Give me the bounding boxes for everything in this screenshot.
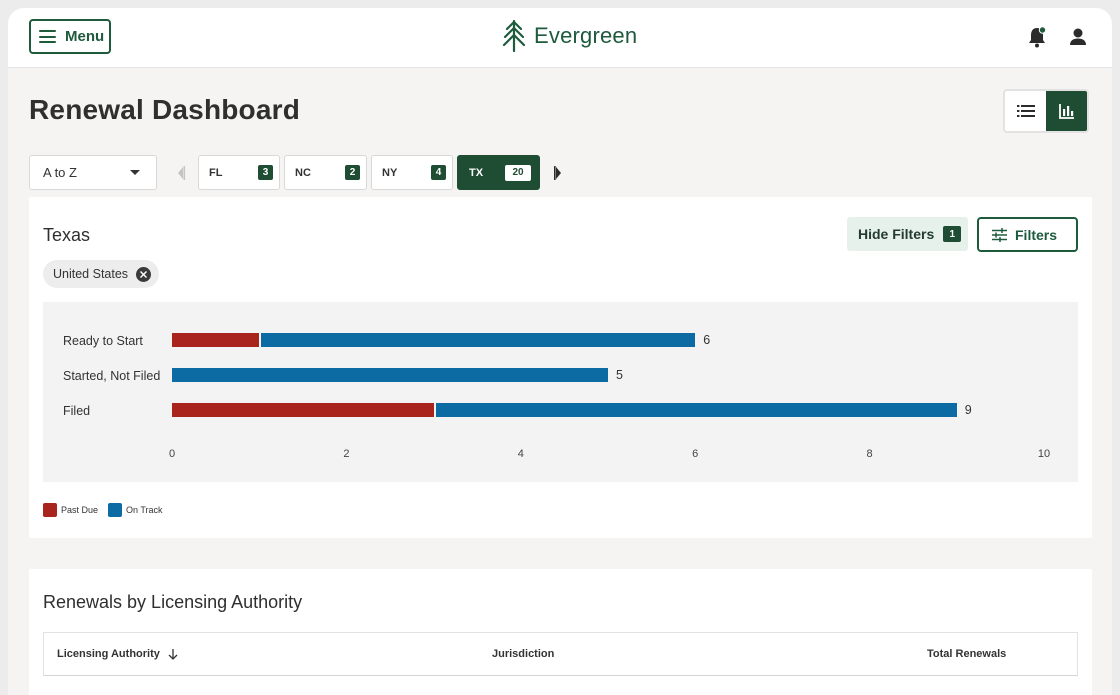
column-header-licensing-authority[interactable]: Licensing Authority	[57, 648, 178, 660]
bar-segment-on-track[interactable]	[435, 403, 957, 417]
state-tab-tx[interactable]: TX 20	[457, 155, 540, 190]
state-tab-count: 3	[258, 165, 273, 180]
hide-filters-button[interactable]: Hide Filters 1	[847, 217, 968, 251]
sort-select-value: A to Z	[43, 165, 77, 180]
sort-select[interactable]: A to Z	[29, 155, 157, 190]
tabs-scroll-right-icon[interactable]	[553, 164, 565, 182]
view-toggle	[1003, 89, 1089, 133]
list-view-button[interactable]	[1005, 91, 1046, 131]
x-tick-label: 0	[168, 448, 176, 460]
filter-chip: United States	[43, 260, 160, 288]
top-bar: Menu Evergreen	[8, 8, 1112, 68]
filters-button[interactable]: Filters	[977, 217, 1078, 252]
state-tab-ny[interactable]: NY 4	[371, 155, 453, 190]
category-label: Ready to Start	[63, 334, 143, 348]
table-header: Licensing Authority Jurisdiction Total R…	[43, 632, 1078, 676]
bar-segment-on-track[interactable]	[172, 368, 608, 382]
state-tab-count: 2	[345, 165, 360, 180]
column-header-total-renewals[interactable]: Total Renewals	[927, 648, 1006, 660]
column-header-label: Licensing Authority	[57, 648, 160, 660]
notification-bell-icon[interactable]	[1027, 26, 1047, 48]
filter-chip-label: United States	[53, 267, 129, 281]
legend-swatch	[108, 503, 123, 517]
chart-legend: Past Due On Track	[43, 503, 163, 517]
state-tab-label: NC	[295, 166, 311, 179]
tabs-scroll-left-icon[interactable]	[174, 164, 186, 182]
remove-filter-icon[interactable]	[136, 266, 152, 282]
menu-button[interactable]: Menu	[29, 19, 111, 54]
bar-total-label: 9	[964, 403, 972, 417]
bar-segment-past-due[interactable]	[172, 333, 260, 347]
page-title: Renewal Dashboard	[29, 94, 301, 125]
bar-segment-past-due[interactable]	[172, 403, 434, 417]
card-title: Texas	[43, 225, 91, 245]
hamburger-icon	[39, 30, 56, 43]
state-tab-label: FL	[209, 166, 223, 179]
active-filter-count: 1	[943, 226, 962, 242]
state-tab-fl[interactable]: FL 3	[198, 155, 280, 190]
sort-arrow-down-icon	[168, 648, 178, 660]
bar-chart-icon	[1058, 104, 1074, 119]
bar-total-label: 5	[616, 368, 623, 382]
x-tick-label: 8	[866, 448, 873, 460]
category-label: Started, Not Filed	[63, 369, 161, 383]
renewal-status-chart: Ready to Start Started, Not Filed Filed …	[43, 302, 1078, 482]
chart-view-button[interactable]	[1046, 91, 1087, 131]
brand-name: Evergreen	[534, 23, 638, 48]
x-tick-label: 6	[692, 448, 699, 460]
x-tick-label: 2	[343, 448, 350, 460]
hide-filters-label: Hide Filters	[858, 226, 935, 242]
bar-total-label: 6	[703, 333, 711, 347]
sliders-icon	[992, 227, 1007, 242]
app-frame: Menu Evergreen Renewal Dashboard A to Z …	[8, 8, 1112, 695]
chevron-down-icon	[130, 170, 140, 175]
evergreen-tree-icon	[502, 19, 526, 53]
legend-item-past-due[interactable]: Past Due	[43, 503, 98, 517]
state-tab-label: NY	[382, 166, 398, 179]
brand-logo[interactable]: Evergreen	[502, 19, 637, 53]
category-label: Filed	[63, 404, 91, 418]
legend-swatch	[43, 503, 57, 517]
menu-button-label: Menu	[65, 28, 105, 45]
state-tab-count: 4	[431, 165, 446, 180]
column-header-label: Total Renewals	[927, 648, 1007, 660]
x-tick-label: 10	[1037, 448, 1051, 460]
state-tab-label: TX	[469, 166, 484, 179]
user-account-icon[interactable]	[1068, 26, 1088, 48]
card-title: Renewals by Licensing Authority	[43, 592, 303, 612]
state-summary-card: Texas Hide Filters 1 Filters United Stat…	[29, 197, 1092, 538]
state-tab-count: 20	[505, 164, 531, 181]
legend-label: On Track	[126, 505, 163, 515]
filters-label: Filters	[1015, 226, 1058, 243]
bar-segment-on-track[interactable]	[261, 333, 696, 347]
legend-item-on-track[interactable]: On Track	[108, 503, 163, 517]
state-tab-nc[interactable]: NC 2	[284, 155, 367, 190]
list-icon	[1016, 105, 1035, 117]
licensing-authority-card: Renewals by Licensing Authority Licensin…	[29, 569, 1092, 695]
legend-label: Past Due	[61, 505, 99, 515]
x-tick-label: 4	[517, 448, 524, 460]
column-header-jurisdiction[interactable]: Jurisdiction	[492, 648, 554, 660]
column-header-label: Jurisdiction	[492, 648, 555, 660]
